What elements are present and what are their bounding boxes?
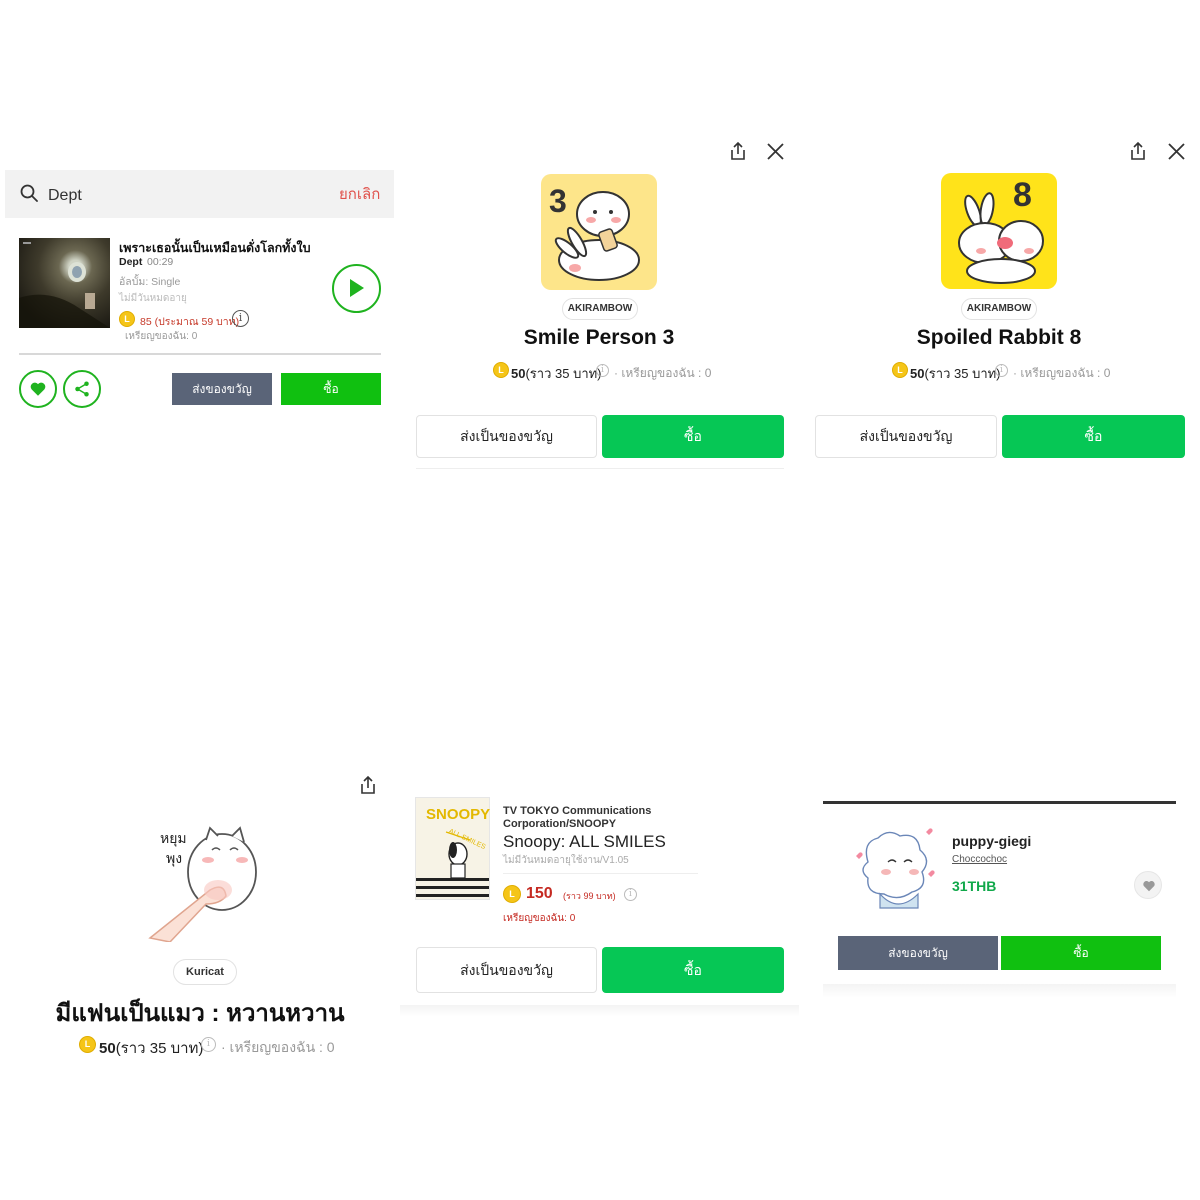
my-coins: เหรียญของฉัน: 0: [125, 331, 198, 342]
sticker-image: [140, 820, 265, 943]
send-gift-button[interactable]: ส่งเป็นของขวัญ: [416, 947, 597, 993]
coin-icon: L: [503, 885, 521, 903]
sticker-title: Smile Person 3: [523, 326, 675, 349]
send-gift-button[interactable]: ส่งเป็นของขวัญ: [416, 415, 597, 458]
top-border: [823, 801, 1176, 804]
price-approx: (ราว 99 บาท): [563, 891, 616, 901]
buy-button[interactable]: ซื้อ: [281, 373, 381, 405]
send-gift-button[interactable]: ส่งเป็นของขวัญ: [815, 415, 997, 458]
divider: [503, 873, 698, 874]
author-badge[interactable]: AKIRAMBOW: [562, 298, 638, 320]
sticker-title: Spoiled Rabbit 8: [916, 326, 1082, 349]
price-value: 50: [99, 1040, 116, 1057]
coin-icon: L: [79, 1036, 96, 1053]
close-icon[interactable]: [767, 143, 784, 160]
sticker-number-badge: 3: [549, 183, 567, 219]
coin-icon: L: [119, 311, 135, 327]
sticker-image: [941, 173, 1057, 289]
info-icon[interactable]: i: [596, 364, 609, 377]
divider: [400, 1005, 799, 1017]
song-duration: 00:29: [147, 256, 174, 268]
sticker-title: puppy-giegi: [952, 833, 1032, 849]
info-icon[interactable]: i: [624, 888, 637, 901]
share-icon[interactable]: [358, 775, 378, 795]
author-badge[interactable]: Kuricat: [173, 959, 237, 985]
heart-icon: [30, 382, 46, 396]
price-approx: (ราว 35 บาท): [525, 366, 602, 381]
price-value: 50: [511, 366, 526, 381]
search-input[interactable]: Dept: [48, 187, 82, 205]
coin-icon: L: [892, 362, 908, 378]
buy-button[interactable]: ซื้อ: [1002, 415, 1185, 458]
my-coins: เหรียญของฉัน: 0: [503, 913, 576, 924]
price-approx: (ราว 35 บาท): [115, 1040, 204, 1057]
thumbnail-title: SNOOPY: [426, 806, 491, 823]
heart-icon: [1143, 881, 1155, 892]
author-link[interactable]: Choccochoc: [952, 854, 1007, 865]
share-icon[interactable]: [1128, 141, 1148, 161]
theme-validity: ไม่มีวันหมดอายุใช้งาน/V1.05: [503, 855, 629, 866]
info-icon[interactable]: i: [201, 1037, 216, 1052]
info-icon[interactable]: i: [232, 310, 249, 327]
my-coins: · เหรียญของฉัน : 0: [221, 1039, 335, 1055]
divider: [416, 468, 784, 469]
sticker-price: 50(ราว 35 บาท): [99, 1036, 203, 1060]
author-badge[interactable]: AKIRAMBOW: [961, 298, 1037, 320]
close-icon[interactable]: [1168, 143, 1185, 160]
song-title[interactable]: เพราะเธอนั้นเป็นเหมือนดั่งโลกทั้งใบ: [119, 238, 311, 258]
sticker-number-badge: 8: [1013, 176, 1032, 214]
song-artist: Dept: [119, 256, 143, 268]
sticker-image-caption: พุง: [166, 850, 183, 866]
buy-button[interactable]: ซื้อ: [602, 415, 784, 458]
song-price: 85 (ประมาณ 59 บาท): [140, 316, 240, 328]
my-coins: · เหรียญของฉัน : 0: [614, 366, 712, 380]
price-approx: (ราว 35 บาท): [924, 366, 1001, 381]
song-cover-image: [19, 238, 110, 328]
buy-button[interactable]: ซื้อ: [602, 947, 784, 993]
share-icon: [75, 381, 89, 397]
sticker-image-caption: หยุม: [160, 830, 187, 846]
buy-button[interactable]: ซื้อ: [1001, 936, 1161, 970]
like-button[interactable]: [1134, 871, 1162, 899]
publisher-name[interactable]: TV TOKYO Communications Corporation/SNOO…: [503, 805, 693, 831]
theme-title: Snoopy: ALL SMILES: [503, 832, 666, 851]
divider: [823, 984, 1176, 998]
play-button[interactable]: [332, 264, 381, 313]
my-coins: · เหรียญของฉัน : 0: [1013, 366, 1111, 380]
sticker-price: 50(ราว 35 บาท): [910, 363, 1001, 384]
song-expiry: ไม่มีวันหมดอายุ: [119, 293, 187, 304]
gift-button[interactable]: ส่งของขวัญ: [838, 936, 998, 970]
sticker-price: 50(ราว 35 บาท): [511, 363, 602, 384]
cancel-button[interactable]: ยกเลิก: [339, 182, 380, 206]
gift-button[interactable]: ส่งของขวัญ: [172, 373, 272, 405]
price-value: 50: [910, 366, 925, 381]
share-icon[interactable]: [728, 141, 748, 161]
divider: [19, 353, 381, 355]
share-button[interactable]: [63, 370, 101, 408]
coin-icon: L: [493, 362, 509, 378]
sticker-image: [848, 822, 944, 918]
theme-price: 150: [526, 885, 553, 902]
play-icon: [350, 279, 364, 297]
like-button[interactable]: [19, 370, 57, 408]
search-icon: [20, 184, 38, 202]
song-album: อัลบั้ม: Single: [119, 276, 181, 288]
sticker-title: มีแฟนเป็นแมว : หวานหวาน: [55, 1000, 345, 1027]
sticker-price: 31THB: [952, 878, 997, 894]
info-icon[interactable]: i: [995, 364, 1008, 377]
